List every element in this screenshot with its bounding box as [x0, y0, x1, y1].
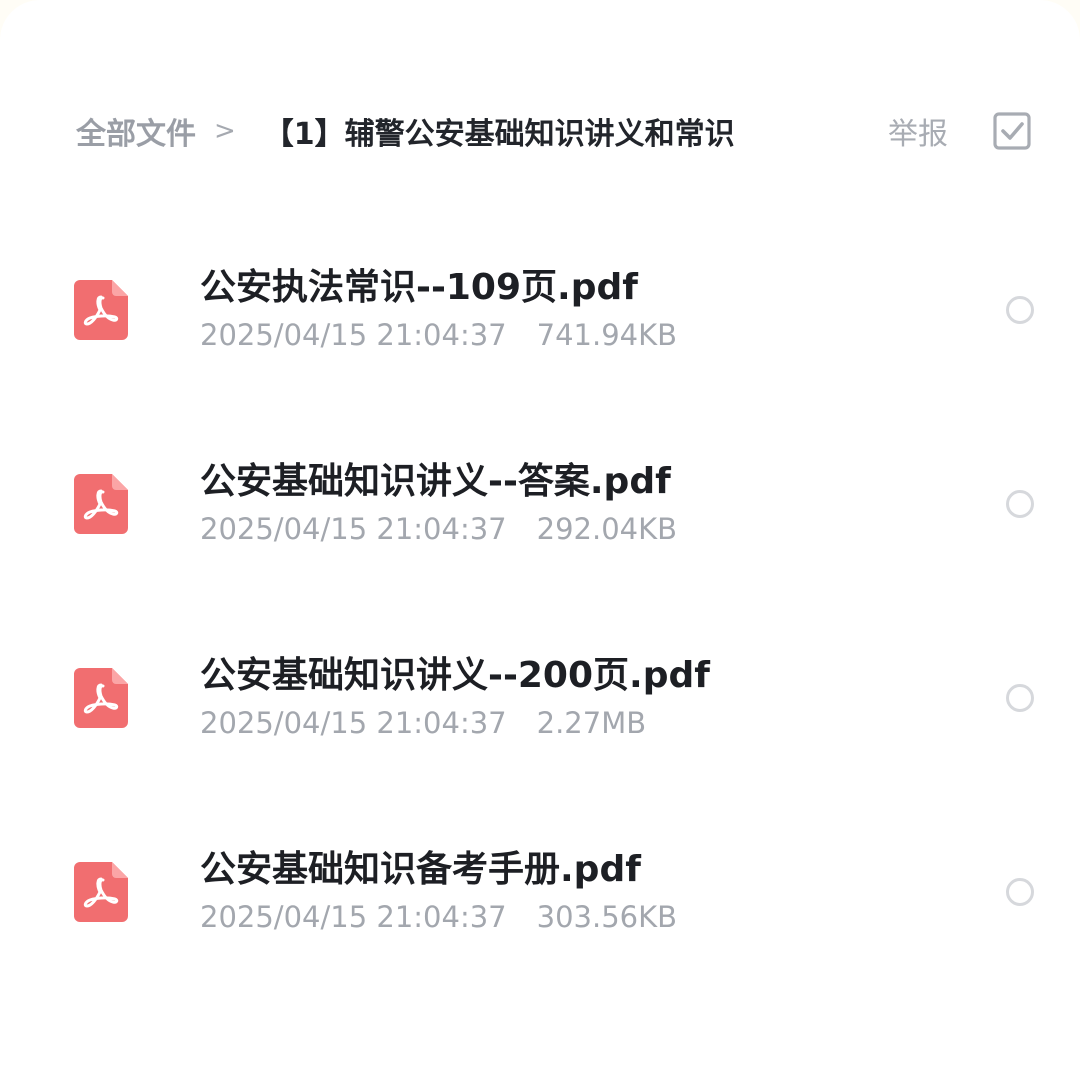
header-bar: 全部文件 > 【1】辅警公安基础知识讲义和常识 举报 [76, 104, 1032, 158]
file-name: 公安执法常识--109页.pdf [200, 267, 638, 308]
file-name: 公安基础知识讲义--答案.pdf [200, 461, 671, 502]
checkbox-icon [993, 112, 1031, 150]
file-name: 公安基础知识备考手册.pdf [200, 849, 641, 890]
pdf-icon [74, 668, 128, 728]
pdf-icon [74, 474, 128, 534]
file-list: 公安执法常识--109页.pdf 2025/04/15 21:04:37 741.… [0, 214, 1080, 990]
breadcrumb-separator: > [214, 116, 236, 146]
file-date: 2025/04/15 21:04:37 [200, 512, 507, 546]
file-select-radio[interactable] [1006, 684, 1034, 712]
file-row[interactable]: 公安基础知识讲义--答案.pdf 2025/04/15 21:04:37 292.… [0, 408, 1080, 602]
breadcrumb-current-folder: 【1】辅警公安基础知识讲义和常识 [263, 117, 735, 152]
file-meta: 2025/04/15 21:04:37 303.56KB [200, 900, 677, 934]
file-browser-sheet: 全部文件 > 【1】辅警公安基础知识讲义和常识 举报 公安执法常识--109页.… [0, 0, 1080, 1089]
file-select-radio[interactable] [1006, 296, 1034, 324]
file-size: 292.04KB [536, 512, 678, 546]
file-select-radio[interactable] [1006, 490, 1034, 518]
file-row[interactable]: 公安基础知识讲义--200页.pdf 2025/04/15 21:04:37 2.… [0, 602, 1080, 796]
multi-select-button[interactable] [992, 111, 1032, 151]
file-size: 741.94KB [536, 318, 678, 352]
file-date: 2025/04/15 21:04:37 [200, 318, 507, 352]
pdf-icon [74, 280, 128, 340]
file-row[interactable]: 公安基础知识备考手册.pdf 2025/04/15 21:04:37 303.56… [0, 796, 1080, 990]
file-date: 2025/04/15 21:04:37 [200, 900, 507, 934]
file-size: 2.27MB [536, 706, 647, 740]
file-size: 303.56KB [536, 900, 678, 934]
breadcrumb-root[interactable]: 全部文件 [76, 109, 196, 153]
file-date: 2025/04/15 21:04:37 [200, 706, 507, 740]
file-row[interactable]: 公安执法常识--109页.pdf 2025/04/15 21:04:37 741.… [0, 214, 1080, 408]
file-meta: 2025/04/15 21:04:37 2.27MB [200, 706, 646, 740]
file-meta: 2025/04/15 21:04:37 292.04KB [200, 512, 677, 546]
report-button[interactable]: 举报 [888, 109, 948, 153]
file-meta: 2025/04/15 21:04:37 741.94KB [200, 318, 677, 352]
pdf-icon [74, 862, 128, 922]
file-name: 公安基础知识讲义--200页.pdf [200, 655, 710, 696]
file-select-radio[interactable] [1006, 878, 1034, 906]
